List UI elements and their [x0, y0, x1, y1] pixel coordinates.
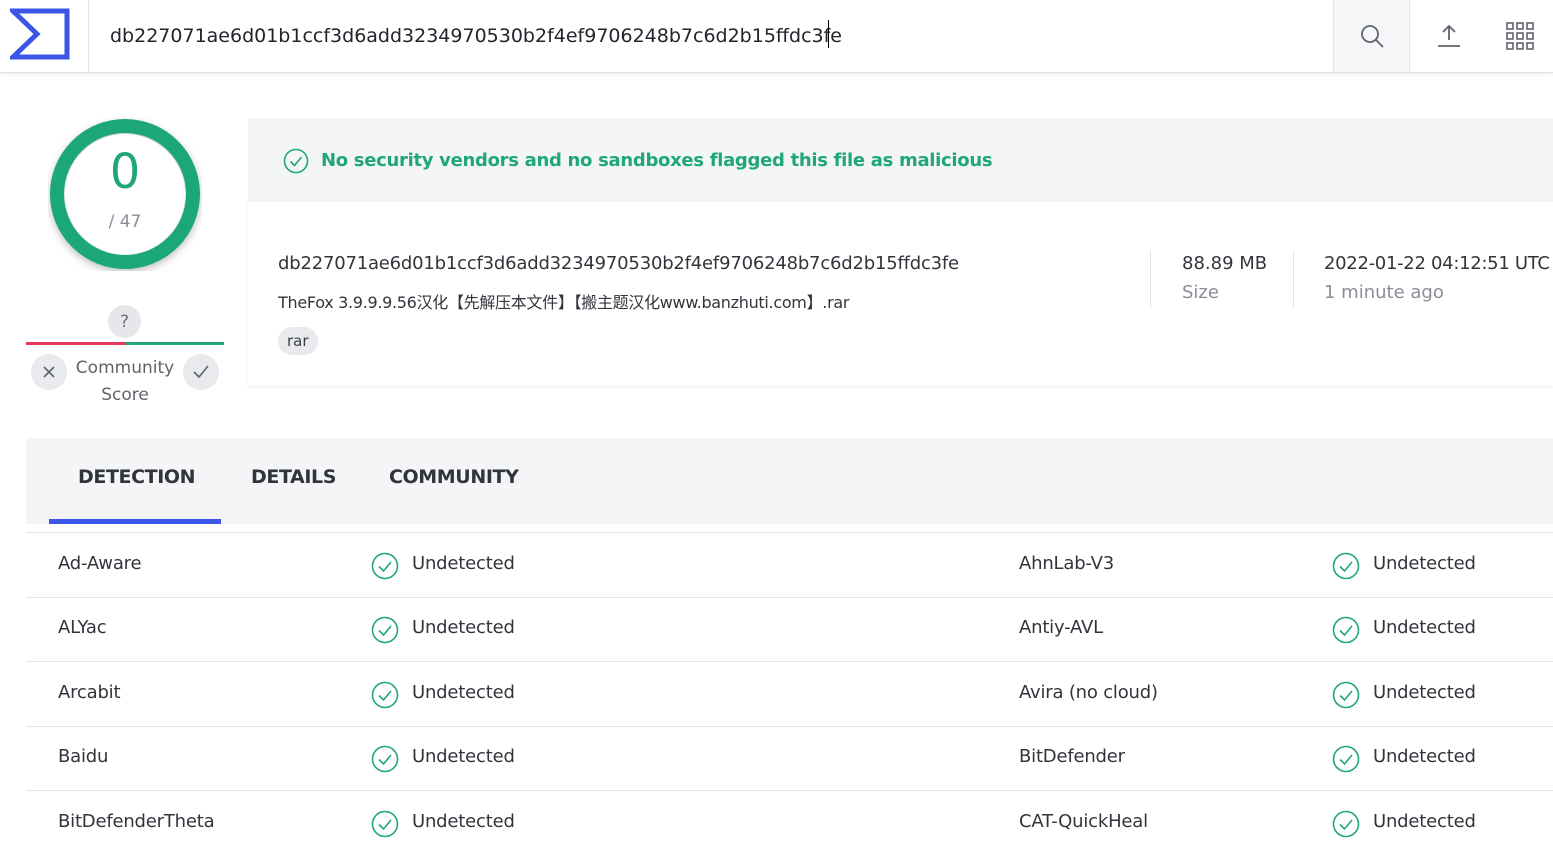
divider — [1150, 250, 1151, 308]
vendor-result: Undetected — [1373, 811, 1476, 832]
vendor-result: Undetected — [1373, 553, 1476, 574]
community-score-indicator: ? — [108, 305, 141, 338]
check-circle-icon — [371, 810, 399, 838]
table-row: ALYac Undetected Antiy-AVL Undetected — [26, 597, 1553, 662]
community-score-label: Community Score — [75, 358, 175, 405]
check-circle-icon — [371, 616, 399, 644]
search-icon — [1360, 25, 1384, 48]
vendor-result: Undetected — [412, 617, 515, 638]
file-name: TheFox 3.9.9.9.56汉化【先解压本文件】【搬主题汉化www.ban… — [278, 293, 850, 312]
check-circle-icon — [1332, 616, 1360, 644]
check-circle-icon — [1332, 552, 1360, 580]
check-circle-icon — [1332, 745, 1360, 773]
vendor-name: Antiy-AVL — [1019, 617, 1103, 638]
vendor-result: Undetected — [412, 811, 515, 832]
file-size-label: Size — [1182, 282, 1219, 303]
tab-detection[interactable]: DETECTION — [78, 466, 196, 488]
vendor-name: CAT-QuickHeal — [1019, 811, 1148, 832]
table-row: Baidu Undetected BitDefender Undetected — [26, 726, 1553, 791]
check-icon — [193, 365, 209, 379]
vendor-name: Ad-Aware — [58, 553, 142, 574]
check-circle-icon — [1332, 681, 1360, 709]
community-score-bar-positive — [125, 342, 224, 345]
text-caret — [828, 20, 829, 48]
table-row: Arcabit Undetected Avira (no cloud) Unde… — [26, 662, 1553, 727]
check-circle-icon — [1332, 810, 1360, 838]
vendor-result: Undetected — [412, 682, 515, 703]
vendor-name: Arcabit — [58, 682, 121, 703]
detection-total: / 47 — [108, 212, 142, 232]
upload-icon — [1437, 24, 1460, 47]
virustotal-logo-icon[interactable] — [10, 8, 72, 60]
upload-button[interactable] — [1410, 0, 1487, 72]
vendor-result: Undetected — [1373, 682, 1476, 703]
detection-count: 0 — [109, 144, 141, 200]
vendor-result: Undetected — [1373, 617, 1476, 638]
check-circle-icon — [371, 745, 399, 773]
vendor-result: Undetected — [412, 553, 515, 574]
search-input[interactable] — [88, 0, 1332, 72]
check-circle-icon — [283, 148, 309, 174]
vote-malicious-button[interactable] — [31, 354, 67, 390]
scan-date-value: 2022-01-22 04:12:51 UTC — [1324, 253, 1550, 274]
top-bar — [0, 0, 1553, 73]
grid-icon — [1506, 22, 1534, 50]
check-circle-icon — [371, 681, 399, 709]
tab-community[interactable]: COMMUNITY — [389, 466, 519, 488]
vendor-name: AhnLab-V3 — [1019, 553, 1115, 574]
vendor-name: BitDefender — [1019, 746, 1125, 767]
file-size-value: 88.89 MB — [1182, 253, 1268, 274]
search-button[interactable] — [1333, 0, 1410, 72]
vote-harmless-button[interactable] — [183, 354, 219, 390]
community-score-bar-negative — [26, 342, 125, 345]
file-hash: db227071ae6d01b1ccf3d6add3234970530b2f4e… — [278, 253, 959, 274]
vendor-name: Baidu — [58, 746, 109, 767]
vendor-name: Avira (no cloud) — [1019, 682, 1158, 703]
scan-date-relative: 1 minute ago — [1324, 282, 1444, 303]
divider — [1293, 250, 1294, 308]
vendor-name: ALYac — [58, 617, 107, 638]
apps-menu-button[interactable] — [1487, 0, 1553, 72]
vendor-name: BitDefenderTheta — [58, 811, 215, 832]
tab-details[interactable]: DETAILS — [251, 466, 336, 488]
check-circle-icon — [371, 552, 399, 580]
verdict-message: No security vendors and no sandboxes fla… — [321, 150, 993, 171]
table-row: BitDefenderTheta Undetected CAT-QuickHea… — [26, 791, 1553, 855]
file-type-tag[interactable]: rar — [278, 327, 318, 355]
close-icon — [43, 366, 55, 378]
active-tab-indicator — [49, 519, 221, 524]
table-row: Ad-Aware Undetected AhnLab-V3 Undetected — [26, 532, 1553, 598]
vendor-result: Undetected — [1373, 746, 1476, 767]
detection-table: Ad-Aware Undetected AhnLab-V3 Undetected… — [26, 532, 1553, 849]
vendor-result: Undetected — [412, 746, 515, 767]
